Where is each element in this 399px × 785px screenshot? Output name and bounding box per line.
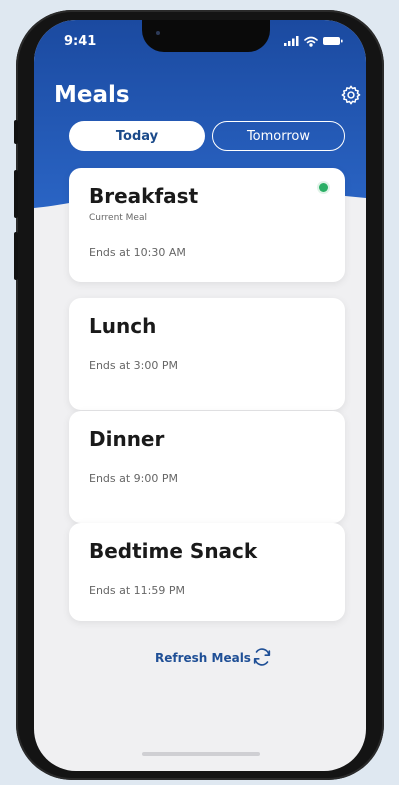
wifi-icon [304, 36, 318, 47]
status-icons [284, 36, 343, 47]
home-indicator [142, 752, 260, 756]
meal-name: Dinner [89, 427, 165, 451]
gear-icon[interactable] [340, 84, 362, 106]
page-title: Meals [54, 82, 130, 108]
meal-end-time: Ends at 11:59 PM [89, 584, 186, 597]
meal-name: Breakfast [89, 184, 199, 208]
battery-icon [323, 37, 343, 45]
side-button [14, 232, 18, 280]
camera [156, 31, 160, 35]
refresh-icon[interactable] [251, 646, 273, 668]
meal-card-bedtime-snack[interactable]: Bedtime Snack Ends at 11:59 PM [69, 523, 345, 621]
status-time: 9:41 [64, 34, 97, 49]
notch [142, 20, 270, 52]
tab-today[interactable]: Today [69, 121, 205, 151]
refresh-meals-button[interactable]: Refresh Meals [155, 651, 251, 665]
meal-end-time: Ends at 9:00 PM [89, 472, 179, 485]
tab-tomorrow[interactable]: Tomorrow [212, 121, 345, 151]
meal-card-dinner[interactable]: Dinner Ends at 9:00 PM [69, 411, 345, 523]
signal-icon [284, 36, 299, 46]
app-screen: 9:41 Meals Today Tomorrow Breakfast Curr… [34, 20, 366, 771]
meal-end-time: Ends at 10:30 AM [89, 246, 186, 259]
meal-status: Current Meal [89, 213, 147, 223]
meal-card-breakfast[interactable]: Breakfast Current Meal Ends at 10:30 AM [69, 168, 345, 282]
side-button [14, 120, 18, 144]
active-dot [319, 183, 328, 192]
meal-card-lunch[interactable]: Lunch Ends at 3:00 PM [69, 298, 345, 410]
meal-name: Lunch [89, 314, 157, 338]
side-button [14, 170, 18, 218]
meal-end-time: Ends at 3:00 PM [89, 359, 179, 372]
meal-name: Bedtime Snack [89, 539, 258, 563]
